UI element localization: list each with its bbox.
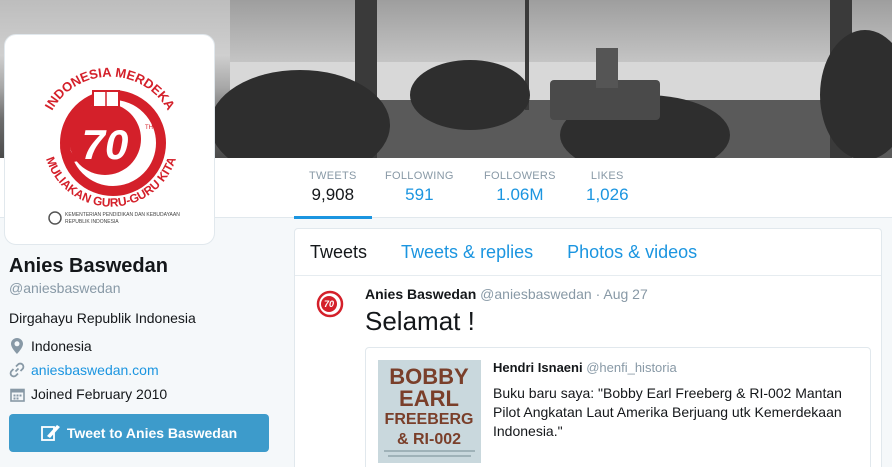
profile-name[interactable]: Anies Baswedan: [9, 255, 279, 278]
quoted-tweet[interactable]: BOBBY EARL FREEBERG & RI-002 Hendri Isna…: [365, 347, 871, 467]
svg-text:KEMENTERIAN PENDIDIKAN DAN KEB: KEMENTERIAN PENDIDIKAN DAN KEBUDAYAAN: [65, 212, 180, 218]
stat-label: FOLLOWING: [385, 170, 454, 182]
svg-text:FREEBERG: FREEBERG: [385, 411, 474, 428]
svg-text:REPUBLIK INDONESIA: REPUBLIK INDONESIA: [65, 219, 119, 225]
stat-value: 1,026: [586, 185, 629, 204]
stat-following[interactable]: FOLLOWING 591: [385, 170, 454, 205]
stat-likes[interactable]: LIKES 1,026: [586, 170, 629, 205]
tweet-timestamp[interactable]: Aug 27: [603, 286, 647, 302]
link-icon: [9, 362, 25, 378]
profile-location: Indonesia: [9, 338, 279, 354]
profile-website: aniesbaswedan.com: [9, 362, 279, 378]
map-pin-icon: [9, 338, 25, 354]
tweet-item[interactable]: 70 Anies Baswedan @aniesbaswedan · Aug 2…: [295, 276, 881, 337]
stat-value: 9,908: [311, 185, 355, 204]
tweet-avatar[interactable]: 70: [312, 286, 348, 322]
tweet-text: Selamat !: [365, 306, 475, 336]
tab-tweets[interactable]: Tweets: [310, 242, 367, 263]
tweet-separator: ·: [595, 286, 601, 302]
timeline-tabs: Tweets Tweets & replies Photos & videos: [295, 229, 881, 276]
quill-icon: [40, 424, 61, 442]
stat-followers[interactable]: FOLLOWERS 1.06M: [484, 170, 556, 205]
svg-text:& RI-002: & RI-002: [397, 431, 461, 448]
profile-handle[interactable]: @aniesbaswedan: [9, 280, 279, 296]
stat-label: LIKES: [590, 170, 624, 182]
svg-text:EARL: EARL: [399, 386, 459, 411]
tweet-to-button[interactable]: Tweet to Anies Baswedan: [9, 414, 269, 452]
tab-photos-videos[interactable]: Photos & videos: [567, 242, 697, 263]
tab-tweets-replies[interactable]: Tweets & replies: [401, 242, 533, 263]
joined-text: Joined February 2010: [31, 386, 168, 402]
tweet-author-handle[interactable]: @aniesbaswedan: [480, 286, 592, 302]
book-cover-image: BOBBY EARL FREEBERG & RI-002: [378, 360, 481, 463]
profile-card: Anies Baswedan @aniesbaswedan Dirgahayu …: [9, 255, 279, 402]
quoted-tweet-text: Buku baru saya: "Bobby Earl Freeberg & R…: [493, 385, 842, 439]
tweet-to-label: Tweet to Anies Baswedan: [66, 425, 238, 441]
website-link[interactable]: aniesbaswedan.com: [31, 362, 159, 378]
profile-avatar[interactable]: INDONESIA MERDEKA 70 TH MULIAKAN GURU-GU…: [4, 34, 215, 245]
quoted-tweet-body: Hendri Isnaeni @henfi_historia Buku baru…: [493, 360, 863, 441]
indonesia-70-logo: INDONESIA MERDEKA 70 TH MULIAKAN GURU-GU…: [42, 64, 181, 225]
stat-tweets[interactable]: TWEETS 9,908: [294, 170, 372, 219]
tweet-header: Anies Baswedan @aniesbaswedan · Aug 27: [365, 286, 869, 302]
profile-bio: Dirgahayu Republik Indonesia: [9, 310, 196, 326]
location-text: Indonesia: [31, 338, 92, 354]
svg-text:TH: TH: [145, 125, 153, 131]
profile-joined: Joined February 2010: [9, 386, 279, 402]
svg-text:70: 70: [82, 121, 129, 168]
svg-text:70: 70: [324, 299, 334, 309]
stat-label: TWEETS: [309, 170, 357, 182]
stat-label: FOLLOWERS: [484, 170, 556, 182]
calendar-icon: [9, 386, 25, 402]
stat-value: 591: [405, 185, 434, 204]
quoted-author-handle[interactable]: @henfi_historia: [586, 360, 677, 375]
tweet-author-name[interactable]: Anies Baswedan: [365, 286, 476, 302]
timeline-panel: Tweets Tweets & replies Photos & videos …: [294, 228, 882, 467]
quoted-author-name[interactable]: Hendri Isnaeni: [493, 360, 583, 375]
quoted-tweet-header: Hendri Isnaeni @henfi_historia: [493, 360, 863, 375]
stat-value: 1.06M: [496, 185, 544, 204]
